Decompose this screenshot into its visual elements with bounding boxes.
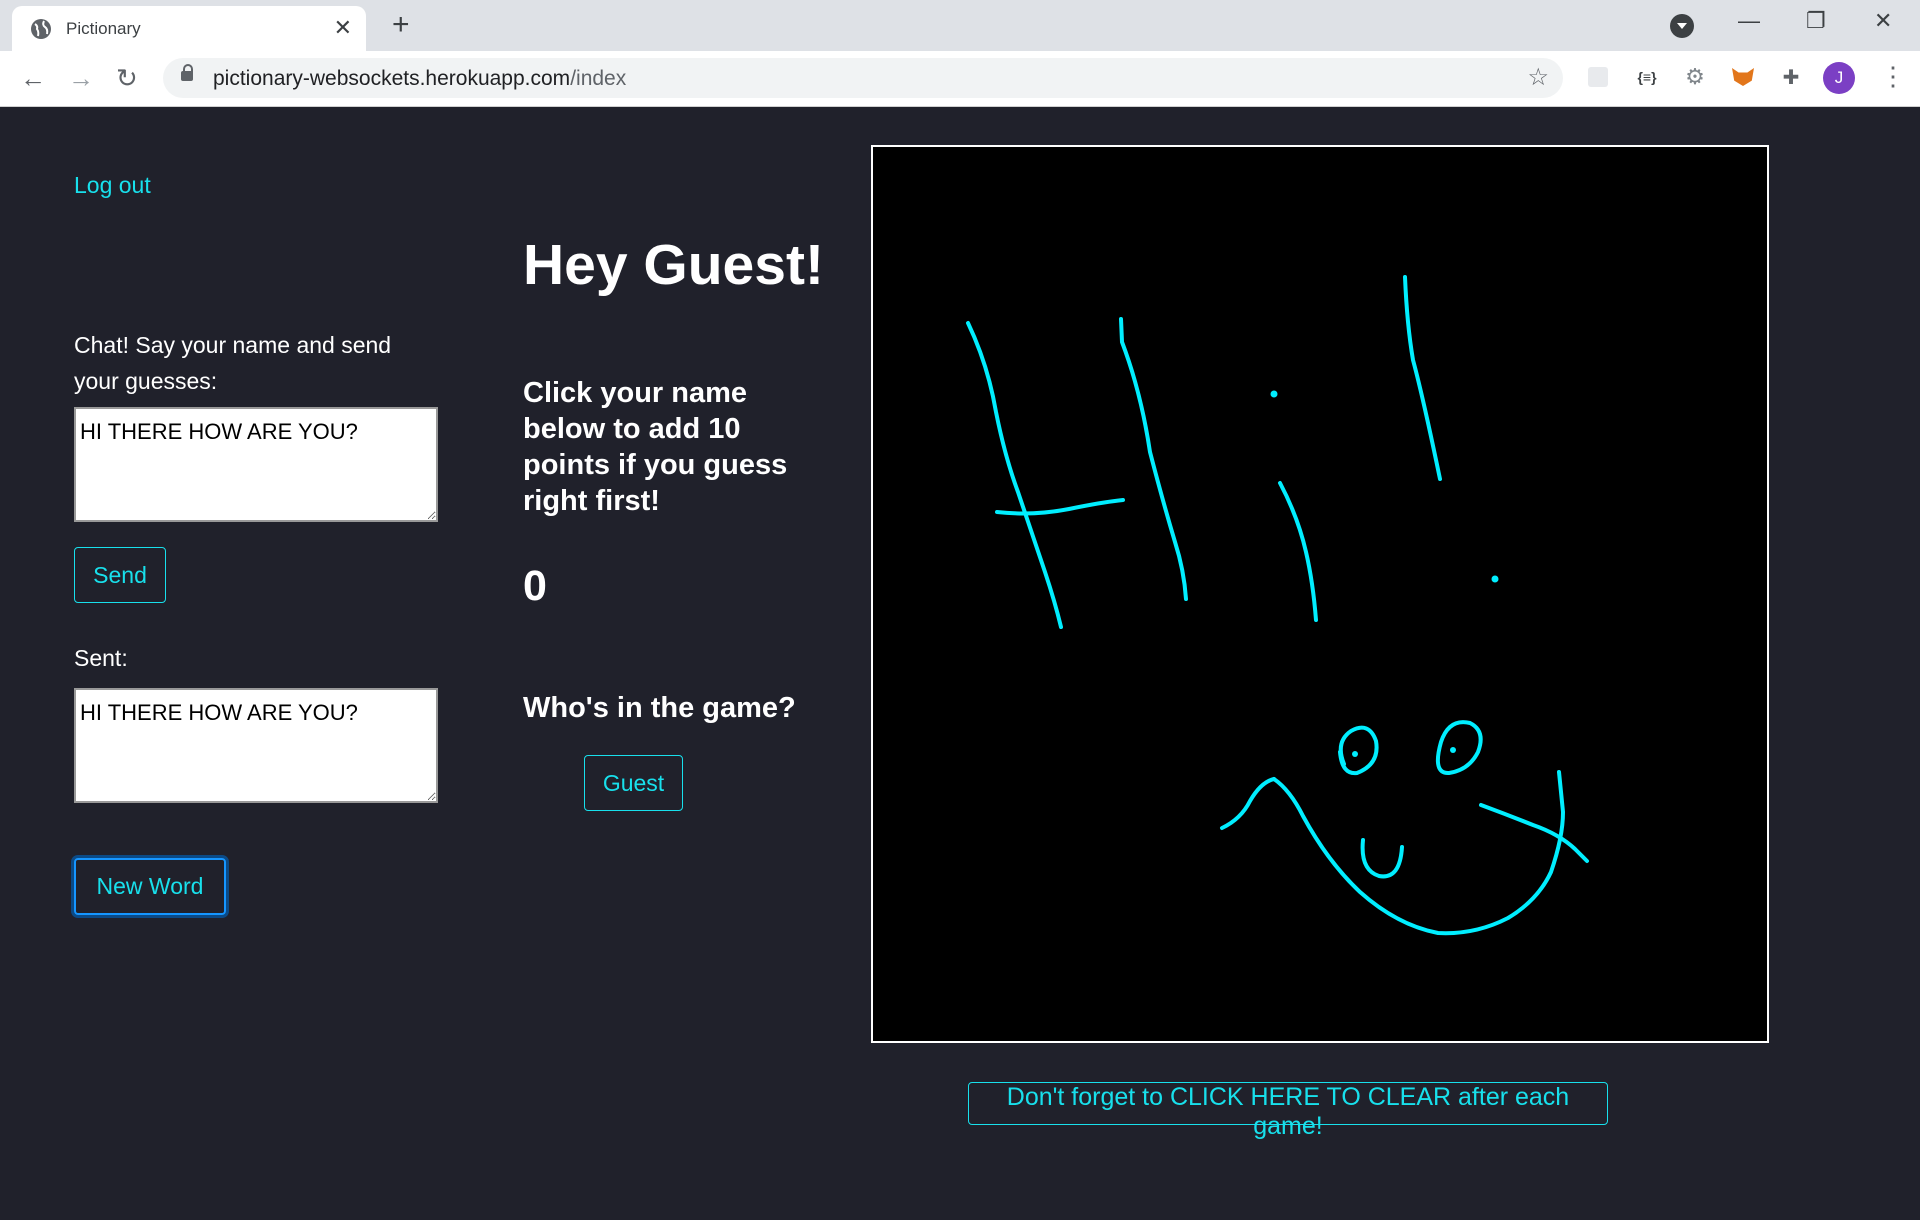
window-close-icon[interactable]: ✕ xyxy=(1874,8,1892,34)
browser-tab[interactable]: Pictionary ✕ xyxy=(12,6,366,51)
profile-avatar[interactable]: J xyxy=(1823,62,1855,94)
tab-search-icon[interactable] xyxy=(1670,14,1694,38)
tab-title: Pictionary xyxy=(66,19,141,38)
drawing-strokes xyxy=(966,275,1589,936)
close-tab-icon[interactable]: ✕ xyxy=(334,15,352,41)
forward-arrow-icon[interactable]: → xyxy=(68,64,94,92)
stroke-group xyxy=(966,275,1589,936)
clear-canvas-button[interactable]: Don't forget to CLICK HERE TO CLEAR afte… xyxy=(968,1082,1608,1140)
bookmark-star-icon[interactable]: ☆ xyxy=(1527,63,1549,92)
address-bar[interactable]: pictionary-websockets.herokuapp.com/inde… xyxy=(163,58,1563,98)
fox-extension-icon[interactable] xyxy=(1728,62,1758,92)
stroke-i xyxy=(1278,481,1318,622)
stroke-left-tick xyxy=(1220,777,1276,830)
minimize-icon[interactable]: — xyxy=(1738,8,1760,34)
browser-tabstrip: Pictionary ✕ + — ❐ ✕ xyxy=(0,0,1920,51)
globe-icon xyxy=(31,19,51,39)
browser-toolbar: ← → ↻ pictionary-websockets.herokuapp.co… xyxy=(0,51,1920,107)
stroke-left-eye xyxy=(1338,725,1379,776)
chat-label: Chat! Say your name and send your guesse… xyxy=(74,332,392,394)
score-value: 0 xyxy=(523,562,547,610)
page-content: Log out Chat! Say your name and send you… xyxy=(0,107,1920,1220)
reload-icon[interactable]: ↻ xyxy=(116,64,138,92)
logout-link[interactable]: Log out xyxy=(74,172,151,199)
gear-extension-icon[interactable]: ⚙ xyxy=(1680,62,1710,92)
sent-label: Sent: xyxy=(74,645,128,671)
lock-icon xyxy=(181,64,193,81)
drawing-canvas[interactable] xyxy=(871,145,1769,1043)
stroke-right-tick xyxy=(1479,803,1589,863)
stroke-h-right xyxy=(1119,317,1188,601)
puzzle-extensions-icon[interactable]: ✚ xyxy=(1776,62,1806,92)
dot-left-pupil xyxy=(1352,751,1358,757)
menu-kebab-icon[interactable]: ⋮ xyxy=(1880,61,1906,92)
player-button-guest[interactable]: Guest xyxy=(584,755,683,811)
dot-i xyxy=(1270,390,1278,398)
stroke-h-bar xyxy=(995,498,1125,516)
json-extension-icon[interactable]: {≡} xyxy=(1632,62,1662,92)
new-word-button[interactable]: New Word xyxy=(74,858,226,915)
restore-icon[interactable]: ❐ xyxy=(1806,8,1826,34)
chat-input[interactable]: HI THERE HOW ARE YOU? xyxy=(74,407,438,522)
stroke-nose xyxy=(1360,838,1404,879)
stroke-smile xyxy=(1272,770,1565,936)
instructions-text: Click your name below to add 10 points i… xyxy=(523,377,788,517)
sent-messages-box[interactable]: HI THERE HOW ARE YOU? xyxy=(74,688,438,803)
back-arrow-icon[interactable]: ← xyxy=(20,64,46,92)
send-button[interactable]: Send xyxy=(74,547,166,603)
new-tab-button[interactable]: + xyxy=(392,8,410,42)
stroke-exclaim xyxy=(1403,275,1442,481)
dot-right-pupil xyxy=(1450,747,1456,753)
dot-group xyxy=(1270,390,1499,757)
stroke-right-eye xyxy=(1435,720,1483,775)
stroke-h-left xyxy=(966,321,1063,629)
extension-blank-icon[interactable] xyxy=(1583,62,1613,92)
players-heading: Who's in the game? xyxy=(523,692,796,724)
dot-exclaim xyxy=(1491,575,1499,583)
url-text: pictionary-websockets.herokuapp.com/inde… xyxy=(213,67,627,90)
greeting-heading: Hey Guest! xyxy=(523,233,824,297)
